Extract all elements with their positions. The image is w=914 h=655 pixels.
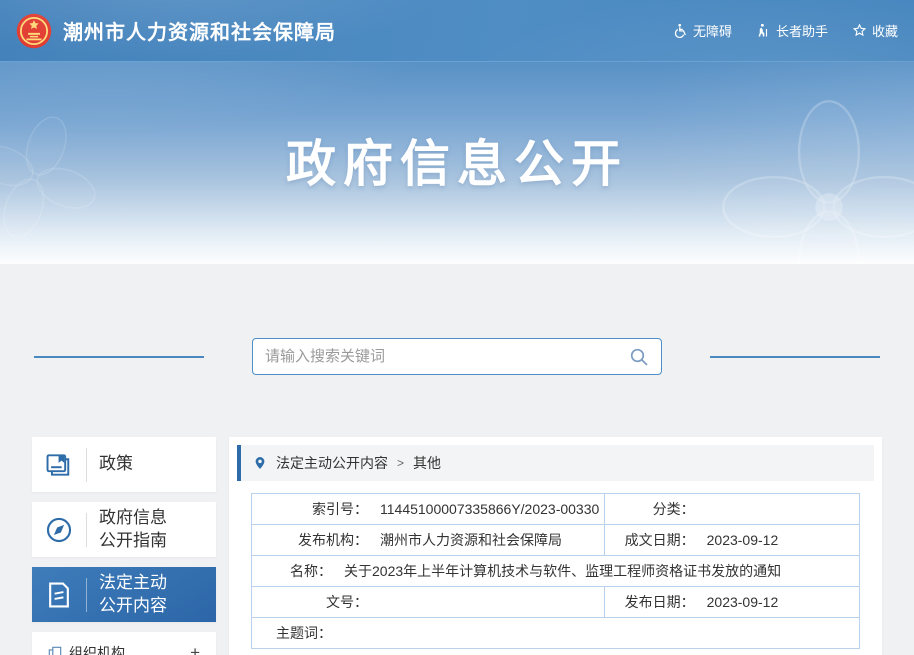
field-value: 2023-09-12 — [706, 594, 779, 610]
field-label: 文号： — [326, 594, 368, 610]
breadcrumb-current: 其他 — [413, 455, 442, 471]
search-section — [0, 338, 914, 375]
banner: 政府信息公开 — [0, 62, 914, 264]
decorative-line-left — [34, 355, 204, 358]
issue-date-cell: 成文日期： 2023-09-12 — [603, 524, 861, 556]
elder-helper-label: 长者助手 — [775, 24, 828, 39]
favorite-label: 收藏 — [871, 24, 898, 39]
field-label: 成文日期： — [624, 532, 695, 548]
sidebar-item-statutory-disclosure[interactable]: 法定主动 公开内容 — [32, 567, 216, 622]
submenu-label: 组织机构 — [69, 644, 125, 655]
table-row: 索引号： 11445100007335866Y/2023-00330 分类： — [251, 493, 861, 525]
field-label: 索引号： — [312, 501, 368, 517]
sidebar: 政策 政府信息 公开指南 法定主动 公开内容 组织机构 + — [32, 437, 216, 655]
expand-plus-icon[interactable]: + — [190, 644, 200, 655]
table-row: 发布机构： 潮州市人力资源和社会保障局 成文日期： 2023-09-12 — [251, 524, 861, 556]
table-row: 名称： 关于2023年上半年计算机技术与软件、监理工程师资格证书发放的通知 — [251, 555, 860, 587]
sidebar-item-label: 法定主动 公开内容 — [99, 573, 167, 615]
sidebar-item-label: 政策 — [99, 454, 133, 474]
search-input[interactable] — [265, 348, 629, 365]
main-panel: 法定主动公开内容 > 其他 索引号： 11445100007335866Y/202… — [229, 437, 882, 655]
topbar: 潮州市人力资源和社会保障局 无障碍 长者助手 收藏 — [0, 0, 914, 62]
search-icon — [630, 348, 648, 366]
field-label: 主题词： — [276, 625, 332, 641]
field-label: 发布日期： — [624, 594, 695, 610]
category-cell: 分类： — [603, 493, 861, 525]
sidebar-item-label: 政府信息 公开指南 — [99, 508, 167, 550]
pages-icon — [48, 646, 62, 655]
page-title: 政府信息公开 — [286, 136, 628, 192]
detail-table: 索引号： 11445100007335866Y/2023-00330 分类： 发布… — [251, 493, 861, 649]
star-icon — [852, 23, 867, 37]
publish-date-cell: 发布日期： 2023-09-12 — [603, 586, 861, 618]
breadcrumb-separator: > — [397, 456, 405, 470]
topbar-links: 无障碍 长者助手 收藏 — [673, 21, 898, 40]
search-button[interactable] — [629, 347, 649, 367]
wheelchair-icon — [674, 23, 686, 38]
elder-person-icon — [758, 23, 768, 37]
field-label: 发布机构： — [298, 532, 368, 548]
content-row: 政策 政府信息 公开指南 法定主动 公开内容 组织机构 + 法定主动公开内容 >… — [32, 437, 882, 655]
field-label: 名称： — [290, 563, 332, 579]
compass-icon — [32, 515, 86, 545]
accessibility-link[interactable]: 无障碍 — [673, 21, 732, 40]
breadcrumb-root[interactable]: 法定主动公开内容 — [276, 453, 388, 473]
national-emblem-logo[interactable] — [16, 13, 52, 49]
field-value: 关于2023年上半年计算机技术与软件、监理工程师资格证书发放的通知 — [344, 563, 782, 579]
table-row: 文号： 发布日期： 2023-09-12 — [251, 586, 861, 618]
document-number-cell: 文号： — [251, 586, 605, 618]
site-title[interactable]: 潮州市人力资源和社会保障局 — [63, 16, 336, 45]
favorite-link[interactable]: 收藏 — [852, 21, 898, 40]
publisher-cell: 发布机构： 潮州市人力资源和社会保障局 — [251, 524, 605, 556]
field-value: 2023-09-12 — [706, 532, 779, 548]
sidebar-item-guide[interactable]: 政府信息 公开指南 — [32, 502, 216, 557]
book-icon — [32, 450, 86, 480]
sidebar-item-policy[interactable]: 政策 — [32, 437, 216, 492]
sidebar-submenu-organization[interactable]: 组织机构 + — [32, 632, 216, 655]
document-title-cell: 名称： 关于2023年上半年计算机技术与软件、监理工程师资格证书发放的通知 — [251, 555, 860, 587]
field-value: 11445100007335866Y/2023-00330 — [380, 501, 600, 517]
elder-helper-link[interactable]: 长者助手 — [756, 21, 828, 40]
accessibility-label: 无障碍 — [692, 24, 732, 39]
keywords-cell: 主题词： — [251, 617, 860, 649]
page-body: 政策 政府信息 公开指南 — [0, 264, 914, 655]
table-row: 主题词： — [251, 617, 860, 649]
search-box — [252, 338, 662, 375]
field-label: 分类： — [652, 501, 695, 517]
document-icon — [32, 580, 86, 610]
location-pin-icon — [255, 457, 265, 469]
field-value: 潮州市人力资源和社会保障局 — [380, 532, 562, 548]
decorative-line-right — [710, 355, 880, 358]
breadcrumb: 法定主动公开内容 > 其他 — [237, 445, 874, 481]
index-number-cell: 索引号： 11445100007335866Y/2023-00330 — [251, 493, 605, 525]
